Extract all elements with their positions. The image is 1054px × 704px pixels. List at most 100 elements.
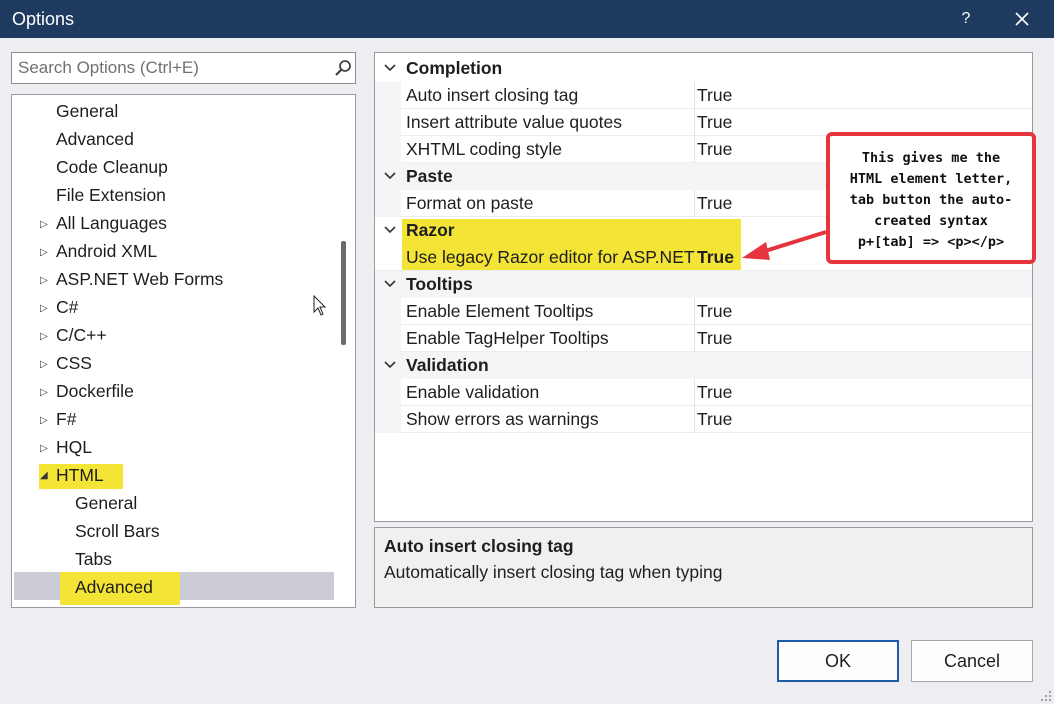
column-divider — [694, 325, 695, 352]
expand-right-icon[interactable]: ▷ — [40, 219, 48, 230]
annotation-line: created syntax — [874, 213, 988, 229]
row-gutter — [375, 109, 401, 136]
property-name: Use legacy Razor editor for ASP.NET — [406, 247, 695, 267]
expand-right-icon[interactable]: ▷ — [40, 415, 48, 426]
help-icon: ? — [961, 10, 971, 27]
tree-item-html-scroll-bars[interactable]: Scroll Bars — [75, 517, 160, 545]
expand-right-icon[interactable]: ▷ — [40, 443, 48, 454]
expand-right-icon[interactable]: ▷ — [40, 275, 48, 286]
property-value[interactable]: True — [697, 409, 732, 430]
annotation-line: p+[tab] => <p></p> — [857, 234, 1005, 250]
tree-item-file-extension[interactable]: File Extension — [56, 181, 166, 209]
category-label: Razor — [406, 220, 455, 240]
tree-item-fsharp[interactable]: F# — [56, 405, 76, 433]
search-icon[interactable] — [334, 59, 352, 77]
expand-right-icon[interactable]: ▷ — [40, 331, 48, 342]
property-value[interactable]: True — [697, 112, 732, 133]
row-gutter — [375, 379, 401, 406]
property-name: Enable TagHelper Tooltips — [406, 328, 609, 348]
row-gutter — [375, 136, 401, 163]
property-row[interactable]: Show errors as warnings True — [375, 406, 1032, 433]
category-validation[interactable]: Validation — [375, 352, 1032, 379]
property-value[interactable]: True — [697, 85, 732, 106]
tree-item-advanced[interactable]: Advanced — [56, 125, 134, 153]
column-divider — [694, 136, 695, 163]
close-button[interactable] — [1002, 0, 1042, 38]
expand-right-icon[interactable]: ▷ — [40, 359, 48, 370]
annotation-text: This gives me the HTML element letter, t… — [830, 148, 1032, 253]
row-gutter — [375, 298, 401, 325]
category-completion[interactable]: Completion — [375, 55, 1032, 82]
column-divider — [694, 190, 695, 217]
expand-right-icon[interactable]: ▷ — [40, 387, 48, 398]
tree-item-css[interactable]: CSS — [56, 349, 92, 377]
property-grid[interactable]: Completion Auto insert closing tag True … — [374, 52, 1033, 522]
row-gutter — [375, 325, 401, 352]
tree-item-hql[interactable]: HQL — [56, 433, 92, 461]
chevron-down-icon[interactable] — [383, 223, 397, 237]
description-title: Auto insert closing tag — [384, 536, 574, 556]
tree-item-android-xml[interactable]: Android XML — [56, 237, 157, 265]
close-icon — [1015, 12, 1029, 26]
annotation-line: HTML element letter, — [849, 171, 1013, 187]
column-divider — [694, 298, 695, 325]
property-row[interactable]: Auto insert closing tag True — [375, 82, 1032, 109]
mouse-cursor-icon — [313, 295, 327, 316]
property-value[interactable]: True — [697, 328, 732, 349]
window-title: Options — [12, 9, 75, 29]
tree-item-aspnet-web-forms[interactable]: ASP.NET Web Forms — [56, 265, 223, 293]
chevron-down-icon[interactable] — [383, 61, 397, 75]
column-divider — [694, 109, 695, 136]
property-name: Auto insert closing tag — [406, 85, 579, 105]
property-value[interactable]: True — [697, 247, 734, 268]
tree-item-html[interactable]: HTML — [56, 461, 104, 489]
property-value[interactable]: True — [697, 382, 732, 403]
expand-right-icon[interactable]: ▷ — [40, 303, 48, 314]
column-divider — [694, 406, 695, 433]
cancel-button[interactable]: Cancel — [911, 640, 1033, 682]
category-label: Tooltips — [406, 274, 473, 294]
tree-item-html-tabs[interactable]: Tabs — [75, 545, 112, 573]
tree-item-dockerfile[interactable]: Dockerfile — [56, 377, 134, 405]
collapse-down-icon[interactable]: ◢ — [40, 470, 48, 481]
tree-scrollbar-thumb[interactable] — [341, 241, 346, 345]
property-value[interactable]: True — [697, 301, 732, 322]
annotation-line: tab button the auto- — [849, 192, 1013, 208]
options-tree[interactable]: General Advanced Code Cleanup File Exten… — [11, 94, 356, 608]
property-row[interactable]: Enable TagHelper Tooltips True — [375, 325, 1032, 352]
tree-item-code-cleanup[interactable]: Code Cleanup — [56, 153, 168, 181]
description-text: Automatically insert closing tag when ty… — [384, 562, 723, 582]
chevron-down-icon[interactable] — [383, 277, 397, 291]
search-box[interactable] — [11, 52, 356, 84]
tree-item-all-languages[interactable]: All Languages — [56, 209, 167, 237]
row-gutter — [375, 82, 401, 109]
column-divider — [694, 379, 695, 406]
property-row[interactable]: Enable validation True — [375, 379, 1032, 406]
property-name: Enable validation — [406, 382, 540, 402]
ok-button[interactable]: OK — [777, 640, 899, 682]
category-label: Validation — [406, 355, 489, 375]
tree-item-general[interactable]: General — [56, 97, 118, 125]
property-row[interactable]: Enable Element Tooltips True — [375, 298, 1032, 325]
property-name: Enable Element Tooltips — [406, 301, 594, 321]
tree-item-html-advanced[interactable]: Advanced — [75, 573, 153, 601]
chevron-down-icon[interactable] — [383, 169, 397, 183]
annotation-callout: This gives me the HTML element letter, t… — [826, 132, 1036, 264]
annotation-line: This gives me the — [861, 150, 1001, 166]
expand-right-icon[interactable]: ▷ — [40, 247, 48, 258]
description-pane: Auto insert closing tag Automatically in… — [374, 527, 1033, 608]
resize-grip-icon[interactable] — [1040, 690, 1052, 702]
search-input[interactable] — [18, 58, 328, 78]
title-bar: Options ? — [0, 0, 1054, 38]
property-name: XHTML coding style — [406, 139, 562, 159]
property-value[interactable]: True — [697, 193, 732, 214]
property-name: Format on paste — [406, 193, 534, 213]
chevron-down-icon[interactable] — [383, 358, 397, 372]
tree-item-csharp[interactable]: C# — [56, 293, 78, 321]
help-button[interactable]: ? — [946, 0, 986, 38]
tree-item-html-general[interactable]: General — [75, 489, 137, 517]
category-tooltips[interactable]: Tooltips — [375, 271, 1032, 298]
row-gutter — [375, 190, 401, 217]
property-value[interactable]: True — [697, 139, 732, 160]
tree-item-cpp[interactable]: C/C++ — [56, 321, 107, 349]
